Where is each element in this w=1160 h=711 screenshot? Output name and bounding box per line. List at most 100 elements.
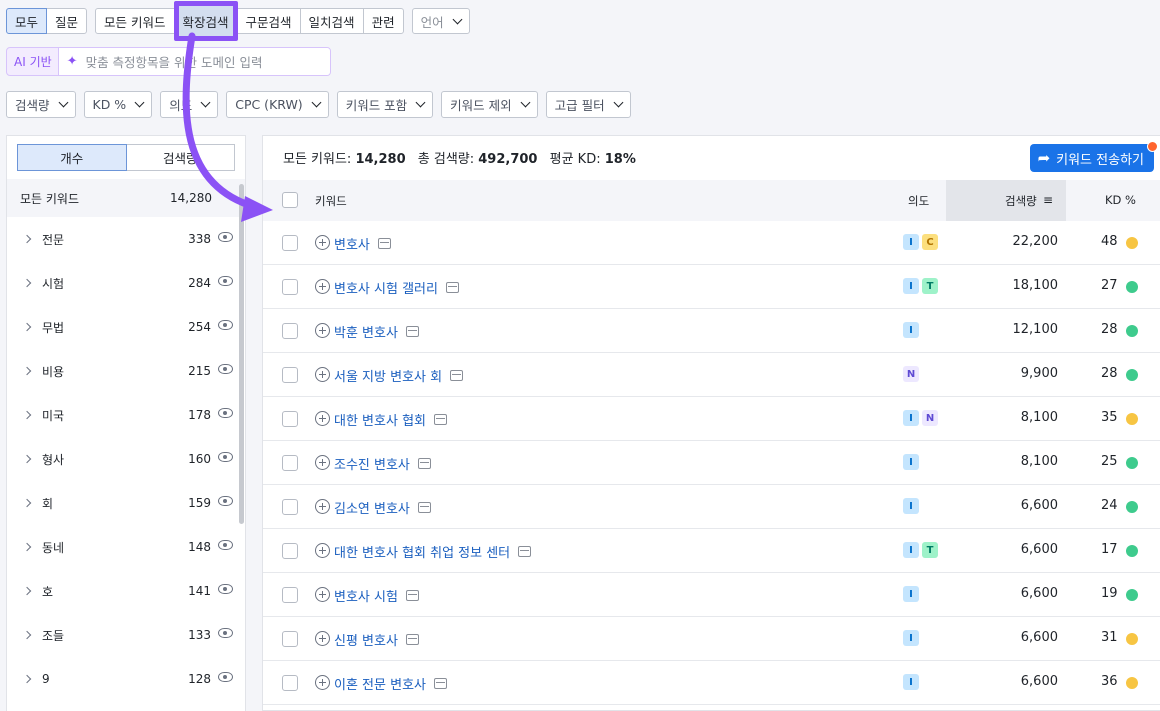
row-checkbox[interactable] (282, 367, 298, 383)
add-to-list-icon[interactable] (315, 543, 330, 558)
tab-all-keywords[interactable]: 모든 키워드 (95, 8, 175, 34)
serp-icon[interactable] (405, 326, 419, 337)
sidebar-group-item[interactable]: 회 159 (7, 481, 245, 525)
eye-icon[interactable] (218, 408, 233, 418)
filter-advanced[interactable]: 고급 필터 (545, 91, 631, 118)
tab-related[interactable]: 관련 (362, 8, 404, 34)
row-checkbox[interactable] (282, 235, 298, 251)
row-checkbox[interactable] (282, 279, 298, 295)
sidebar-group-item[interactable]: 조들 133 (7, 613, 245, 657)
keyword-link[interactable]: 김소연 변호사 (334, 498, 431, 517)
row-checkbox[interactable] (282, 675, 298, 691)
toggle-count[interactable]: 개수 (17, 144, 127, 171)
keyword-link[interactable]: 대한 변호사 협회 취업 정보 센터 (334, 542, 532, 561)
table-row: 변호사 I C 22,200 48 (263, 221, 1160, 265)
serp-icon[interactable] (450, 370, 464, 381)
sidebar-group-item[interactable]: 미국 178 (7, 393, 245, 437)
add-to-list-icon[interactable] (315, 455, 330, 470)
intent-badge: I (903, 630, 919, 646)
filter-kd[interactable]: KD % (83, 91, 153, 118)
kd-value: 36 (1101, 674, 1118, 689)
domain-input[interactable]: ✦ 맞춤 측정항목을 위한 도메인 입력 (57, 48, 330, 75)
serp-icon[interactable] (434, 678, 447, 689)
row-checkbox[interactable] (282, 323, 298, 339)
add-to-list-icon[interactable] (315, 367, 330, 382)
sidebar-group-item[interactable]: 호 141 (7, 569, 245, 613)
filter-volume[interactable]: 검색량 (6, 91, 76, 118)
add-to-list-icon[interactable] (315, 631, 330, 646)
serp-icon[interactable] (445, 282, 459, 293)
keyword-link[interactable]: 변호사 시험 갤러리 (334, 278, 459, 297)
keyword-text: 대한 변호사 협회 취업 정보 센터 (334, 546, 511, 561)
add-to-list-icon[interactable] (315, 323, 330, 338)
row-checkbox[interactable] (282, 499, 298, 515)
row-checkbox[interactable] (282, 543, 298, 559)
sidebar-group-item[interactable]: 무법 254 (7, 305, 245, 349)
eye-icon[interactable] (218, 584, 233, 594)
filter-intent[interactable]: 의도 (160, 91, 219, 118)
col-intent[interactable]: 의도 (908, 193, 929, 209)
row-checkbox[interactable] (282, 411, 298, 427)
serp-icon[interactable] (377, 238, 391, 249)
eye-icon[interactable] (218, 672, 233, 682)
serp-icon[interactable] (434, 414, 447, 425)
keyword-link[interactable]: 서울 지방 변호사 회 (334, 366, 464, 385)
kd-difficulty-dot (1126, 237, 1138, 249)
keyword-link[interactable]: 변호사 (334, 234, 391, 253)
language-select[interactable]: 언어 (411, 8, 470, 34)
add-to-list-icon[interactable] (315, 675, 330, 690)
serp-icon[interactable] (417, 502, 431, 513)
sidebar-group-item[interactable]: 비용 215 (7, 349, 245, 393)
eye-icon[interactable] (218, 232, 233, 242)
keyword-link[interactable]: 조수진 변호사 (334, 454, 431, 473)
tab-broad-match[interactable]: 확장검색 (173, 1, 238, 41)
add-to-list-icon[interactable] (315, 279, 330, 294)
send-keywords-button[interactable]: ➦ 키워드 전송하기 (1029, 141, 1158, 172)
keyword-link[interactable]: 이혼 전문 변호사 (334, 674, 447, 693)
sidebar-group-item[interactable]: 형사 160 (7, 437, 245, 481)
eye-icon[interactable] (218, 276, 233, 286)
sort-desc-icon[interactable]: ≡ (1043, 194, 1053, 206)
add-to-list-icon[interactable] (315, 587, 330, 602)
serp-icon[interactable] (417, 458, 431, 469)
eye-icon[interactable] (218, 364, 233, 374)
eye-icon[interactable] (218, 320, 233, 330)
keyword-link[interactable]: 신평 변호사 (334, 630, 419, 649)
keyword-link[interactable]: 박훈 변호사 (334, 322, 419, 341)
add-to-list-icon[interactable] (315, 411, 330, 426)
sidebar-group-item[interactable]: 전문 338 (7, 217, 245, 261)
sidebar-group-item[interactable]: 9 128 (7, 657, 245, 701)
serp-icon[interactable] (405, 634, 419, 645)
row-checkbox[interactable] (282, 587, 298, 603)
row-checkbox[interactable] (282, 631, 298, 647)
select-all-checkbox[interactable] (282, 192, 298, 208)
tab-questions[interactable]: 질문 (46, 8, 88, 34)
eye-icon[interactable] (218, 496, 233, 506)
tab-phrase-match[interactable]: 구문검색 (236, 8, 301, 34)
add-to-list-icon[interactable] (315, 499, 330, 514)
table-row: 박훈 변호사 I 12,100 28 (263, 309, 1160, 353)
tab-all[interactable]: 모두 (6, 8, 48, 34)
sidebar-scrollbar[interactable] (239, 184, 244, 524)
eye-icon[interactable] (218, 540, 233, 550)
col-volume[interactable]: 검색량 (1005, 193, 1037, 209)
serp-icon[interactable] (405, 590, 419, 601)
eye-icon[interactable] (218, 628, 233, 638)
keyword-link[interactable]: 변호사 시험 (334, 586, 419, 605)
eye-icon[interactable] (218, 452, 233, 462)
col-kd[interactable]: KD % (1105, 193, 1136, 207)
filter-exclude-keywords[interactable]: 키워드 제외 (441, 91, 538, 118)
filter-include-keywords[interactable]: 키워드 포함 (336, 91, 434, 118)
sidebar-group-item[interactable]: 동네 148 (7, 525, 245, 569)
add-to-list-icon[interactable] (315, 235, 330, 250)
tab-exact-match[interactable]: 일치검색 (299, 8, 364, 34)
group-count: 254 (188, 320, 211, 334)
sidebar-group-item[interactable]: 시험 284 (7, 261, 245, 305)
col-keyword[interactable]: 키워드 (315, 193, 347, 209)
filter-cpc[interactable]: CPC (KRW) (226, 91, 329, 118)
toggle-volume[interactable]: 검색량 (126, 144, 235, 171)
serp-icon[interactable] (518, 546, 532, 557)
row-checkbox[interactable] (282, 455, 298, 471)
all-keywords-group[interactable]: 모든 키워드 14,280 (7, 179, 245, 217)
keyword-link[interactable]: 대한 변호사 협회 (334, 410, 447, 429)
